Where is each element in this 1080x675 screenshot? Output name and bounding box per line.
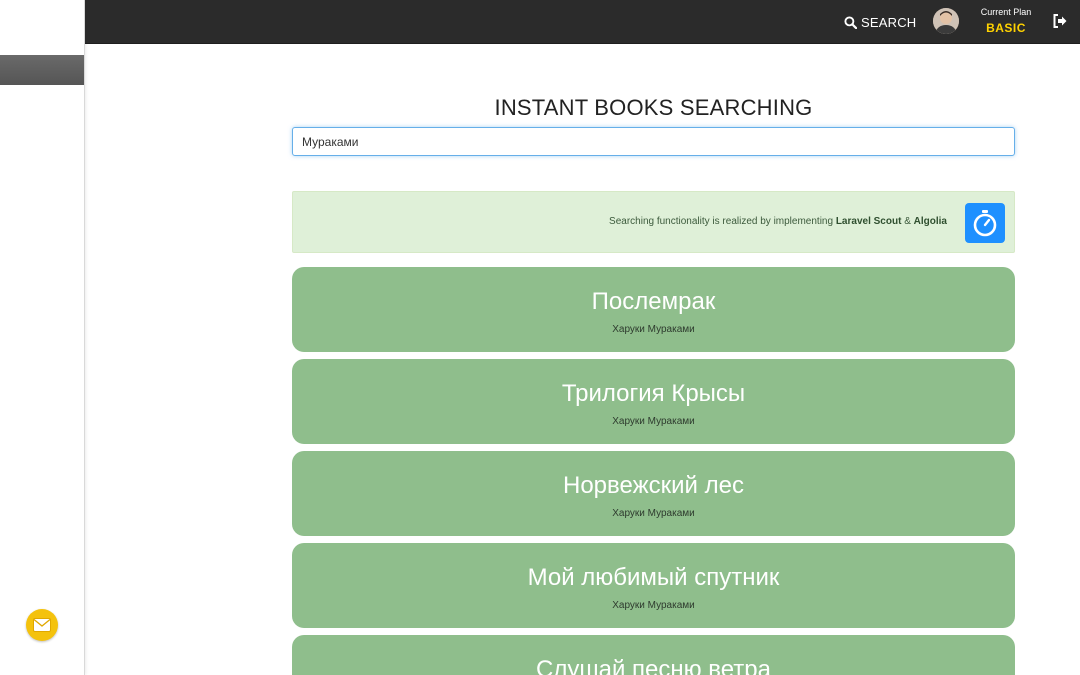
mail-button[interactable] [26,609,58,641]
book-title: Послемрак [591,288,716,315]
user-photo-icon [933,8,959,34]
book-card[interactable]: Норвежский лес Харуки Мураками [292,451,1015,536]
info-alert: Searching functionality is realized by i… [292,191,1015,253]
book-author: Харуки Мураками [612,600,695,611]
tech-laravel-scout: Laravel Scout [835,216,902,227]
info-prefix: Searching functionality is realized by i… [609,216,836,227]
search-link-label: SEARCH [861,14,917,30]
logout-button[interactable] [1053,14,1069,30]
book-title: Норвежский лес [563,472,744,499]
search-icon [844,15,857,29]
top-navbar: SEARCH Current Plan BASIC [85,0,1080,44]
tech-algolia: Algolia [913,216,947,227]
sidebar [0,0,85,675]
search-link[interactable]: SEARCH [844,13,916,31]
book-card[interactable]: Послемрак Харуки Мураками [292,267,1015,352]
avatar[interactable] [933,8,959,34]
book-card[interactable]: Мой любимый спутник Харуки Мураками [292,543,1015,628]
logout-icon [1053,14,1067,28]
book-card[interactable]: Трилогия Крысы Харуки Мураками [292,359,1015,444]
book-card[interactable]: Слушай песню ветра [292,635,1015,675]
book-title: Мой любимый спутник [527,564,780,591]
book-title: Трилогия Крысы [561,380,746,407]
current-plan: Current Plan BASIC [974,7,1038,36]
info-text: Searching functionality is realized by i… [609,216,947,227]
envelope-icon [33,618,51,632]
book-search-input[interactable] [292,127,1015,156]
sidebar-active-item[interactable] [0,55,84,85]
book-author: Харуки Мураками [612,324,695,335]
algolia-stopwatch-icon [973,210,997,237]
book-title: Слушай песню ветра [536,656,771,675]
page-title: INSTANT BOOKS SEARCHING [494,95,813,120]
book-author: Харуки Мураками [612,508,695,519]
book-author: Харуки Мураками [612,416,695,427]
algolia-logo [965,203,1005,243]
plan-value: BASIC [986,21,1026,35]
plan-label: Current Plan [980,7,1032,17]
info-ampersand: & [901,216,914,227]
